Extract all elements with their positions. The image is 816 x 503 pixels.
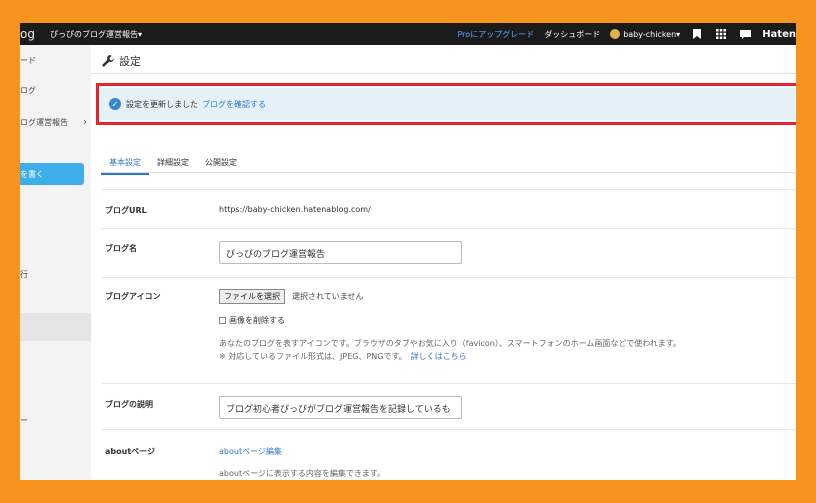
username: baby-chicken▾ (623, 29, 681, 39)
avatar (610, 29, 621, 39)
blog-description-label: ブログの説明 (105, 400, 153, 409)
write-article-label: を書く (20, 169, 44, 179)
about-page-edit-link[interactable]: aboutページ編集 (219, 446, 282, 457)
checkbox-box (219, 317, 226, 324)
delete-image-label: 画像を削除する (229, 316, 285, 325)
blog-icon-label: ブログアイコン (105, 292, 161, 301)
wrench-icon (102, 55, 114, 67)
topbar-right: Proにアップグレード ダッシュボード baby-chicken▾ Haten (458, 23, 797, 45)
main-content: 設定 ✓ 設定を更新しました ブログを確認する 基本設定 詳細設定 公開設定 ブ… (91, 45, 796, 480)
blog-description-input[interactable]: ブログ初心者ぴっぴがブログ運営報告を記録しているも (219, 396, 462, 419)
top-navigation-bar: og ぴっぴのブログ運営報告▾ Proにアップグレード ダッシュボード baby… (20, 23, 796, 45)
write-article-button[interactable]: を書く (20, 163, 84, 185)
blog-url-label: ブログURL (105, 206, 147, 215)
divider (91, 73, 796, 74)
sidebar-item-settings[interactable] (20, 313, 91, 341)
browser-frame: og ぴっぴのブログ運営報告▾ Proにアップグレード ダッシュボード baby… (20, 23, 796, 480)
about-help-text: aboutページに表示する内容を編集できます。 (219, 469, 386, 478)
divider (101, 228, 796, 229)
divider (101, 189, 796, 190)
details-link[interactable]: 詳しくはこちら (411, 352, 467, 361)
dashboard-link[interactable]: ダッシュボード (544, 29, 600, 40)
sidebar: ード ログ ログ運営報告 › を書く 行 ー (20, 45, 91, 480)
divider (101, 429, 796, 430)
chat-icon[interactable] (738, 28, 752, 40)
sidebar-item-lower[interactable]: ー (20, 415, 91, 426)
divider (101, 383, 796, 384)
blog-selector[interactable]: ぴっぴのブログ運営報告▾ (50, 29, 142, 40)
chevron-right-icon: › (83, 117, 87, 128)
blog-name-label: ブログ名 (105, 244, 137, 253)
hatena-logo[interactable]: Haten (762, 29, 796, 40)
grid-icon[interactable] (714, 28, 728, 40)
icon-help-text: あなたのブログを表すアイコンです。ブラウザのタブやお気に入り（favicon）、… (219, 339, 681, 348)
divider (101, 277, 796, 278)
format-help: ※ 対応しているファイル形式は、JPEG、PNGです。 詳しくはこちら (219, 351, 467, 362)
blog-name-input[interactable]: ぴっぴのブログ運営報告 (219, 241, 462, 264)
delete-image-checkbox[interactable]: 画像を削除する (219, 315, 285, 326)
bookmark-icon[interactable] (690, 28, 704, 40)
page-header: 設定 (101, 53, 141, 69)
divider (101, 172, 796, 173)
page-title: 設定 (119, 55, 141, 68)
file-status: 選択されていません (292, 292, 364, 301)
sidebar-item-current-blog[interactable]: ログ運営報告 › (20, 117, 91, 131)
highlight-box (96, 83, 796, 125)
about-page-label: aboutページ (105, 447, 155, 456)
pro-upgrade-link[interactable]: Proにアップグレード (458, 29, 535, 40)
sidebar-item-label: ログ運営報告 (20, 118, 68, 127)
choose-file-button[interactable]: ファイルを選択 (219, 289, 285, 304)
user-menu[interactable]: baby-chicken▾ (610, 29, 680, 39)
sidebar-item-misc[interactable]: 行 (20, 269, 91, 280)
hatena-blog-logo[interactable]: og (20, 27, 44, 41)
blog-url-value: https://baby-chicken.hatenablog.com/ (219, 205, 371, 214)
sidebar-item-blogs[interactable]: ログ (20, 85, 91, 96)
sidebar-item-dashboard[interactable]: ード (20, 55, 91, 66)
format-help-text: ※ 対応しているファイル形式は、JPEG、PNGです。 (219, 352, 407, 361)
